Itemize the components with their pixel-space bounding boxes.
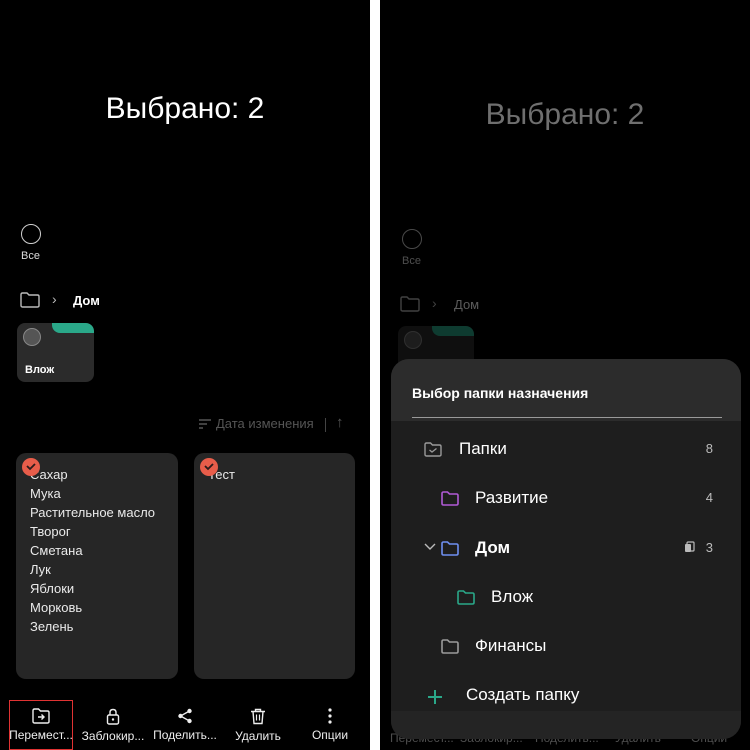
folder-row-name: Финансы xyxy=(475,636,547,655)
folder-list: Папки 8 Развитие 4 Дом 3 Влож Финансы Со… xyxy=(391,421,741,711)
delete-label: Удалить xyxy=(235,728,281,743)
folder-row-dom[interactable]: Дом 3 xyxy=(391,525,741,569)
folder-row-count: 3 xyxy=(705,540,713,555)
more-vertical-icon xyxy=(328,708,332,724)
note-line: Яблоки xyxy=(30,581,75,596)
sort-label: Дата изменения xyxy=(216,416,314,431)
folder-row-count: 4 xyxy=(705,490,713,505)
create-folder-label: Создать папку xyxy=(466,685,580,704)
select-all-label: Все xyxy=(21,250,40,262)
note-line: Сахар xyxy=(30,467,68,482)
folder-icon xyxy=(441,639,459,654)
folder-row-name: Влож xyxy=(491,587,534,606)
breadcrumb-current: Дом xyxy=(454,297,480,312)
note-line: Морковь xyxy=(30,600,83,615)
folder-color-tab xyxy=(432,326,474,336)
folders-icon xyxy=(424,442,442,457)
trash-icon xyxy=(251,708,265,724)
note-line: Растительное масло xyxy=(30,505,156,520)
create-folder-button[interactable]: Создать папку xyxy=(391,672,741,716)
folder-row-vlozh[interactable]: Влож xyxy=(391,574,741,618)
share-icon xyxy=(178,708,192,724)
folder-icon xyxy=(457,590,475,605)
folder-row-all[interactable]: Папки 8 xyxy=(391,426,741,470)
folder-icon xyxy=(400,296,420,312)
note-line: Мука xyxy=(30,486,61,501)
note-line: Творог xyxy=(30,524,71,539)
right-screen: Выбрано: 2 Все › Дом Перемест... Заблоки… xyxy=(380,0,750,750)
folder-row-count: 8 xyxy=(705,441,713,456)
note-card[interactable]: Тест xyxy=(194,453,355,679)
sort-divider xyxy=(325,418,326,432)
chevron-right-icon: › xyxy=(52,291,57,307)
breadcrumb-current[interactable]: Дом xyxy=(73,293,100,308)
selected-check-icon[interactable] xyxy=(22,458,40,476)
select-all-radio[interactable] xyxy=(21,224,41,244)
select-all-label: Все xyxy=(402,255,421,267)
folder-icon xyxy=(441,491,459,506)
folder-row-name: Папки xyxy=(459,439,507,458)
chevron-right-icon: › xyxy=(432,295,437,311)
note-line: Лук xyxy=(30,562,51,577)
folder-tile-vlozh[interactable]: Влож xyxy=(17,323,94,382)
delete-button[interactable]: Удалить xyxy=(228,700,288,750)
sort-direction-arrow-icon[interactable]: ↑ xyxy=(336,414,344,431)
sort-control[interactable]: Дата изменения xyxy=(198,416,314,431)
folder-select-radio xyxy=(404,331,422,349)
sort-icon xyxy=(199,418,211,429)
options-label: Опции xyxy=(311,728,349,742)
sheet-divider xyxy=(412,417,722,418)
folder-select-radio[interactable] xyxy=(23,328,41,346)
select-all-radio xyxy=(402,229,422,249)
note-card[interactable]: Сахар Мука Растительное масло Творог Сме… xyxy=(16,453,178,679)
share-label: Поделить... xyxy=(153,728,217,742)
destination-folder-sheet: Выбор папки назначения Папки 8 Развитие … xyxy=(391,359,741,739)
bottom-toolbar: Перемест... Заблокир... Поделить... Удал… xyxy=(0,700,370,750)
note-line: Тест xyxy=(208,467,235,482)
note-lines-1: Сахар Мука Растительное масло Творог Сме… xyxy=(30,465,164,636)
folder-row-name: Развитие xyxy=(475,488,549,507)
lock-icon xyxy=(106,708,120,725)
folder-icon xyxy=(441,541,459,556)
folder-row-name: Дом xyxy=(475,538,511,557)
note-line: Сметана xyxy=(30,543,83,558)
selected-check-icon[interactable] xyxy=(200,458,218,476)
selection-title: Выбрано: 2 xyxy=(485,98,645,131)
note-line: Зелень xyxy=(30,619,74,634)
folder-color-tab xyxy=(52,323,94,333)
folder-row-finansy[interactable]: Финансы xyxy=(391,623,741,667)
sheet-header: Выбор папки назначения xyxy=(391,359,741,421)
options-button[interactable]: Опции xyxy=(302,700,358,750)
move-label: Перемест... xyxy=(9,728,73,742)
selection-title: Выбрано: 2 xyxy=(105,92,265,125)
sheet-title: Выбор папки назначения xyxy=(412,385,589,401)
notes-copy-icon xyxy=(685,541,695,552)
plus-icon xyxy=(428,690,442,704)
folder-move-icon xyxy=(32,708,50,724)
folder-icon xyxy=(20,292,40,308)
left-screen: Выбрано: 2 Все › Дом Влож Дата изменения… xyxy=(0,0,370,750)
share-button[interactable]: Поделить... xyxy=(152,700,218,750)
lock-button[interactable]: Заблокир... xyxy=(80,700,146,750)
sheet-footer xyxy=(391,711,741,739)
chevron-down-icon[interactable] xyxy=(424,543,436,551)
folder-tile-label: Влож xyxy=(25,364,55,376)
folder-row-razvitie[interactable]: Развитие 4 xyxy=(391,475,741,519)
lock-label: Заблокир... xyxy=(81,728,145,743)
move-button[interactable]: Перемест... xyxy=(9,700,73,750)
